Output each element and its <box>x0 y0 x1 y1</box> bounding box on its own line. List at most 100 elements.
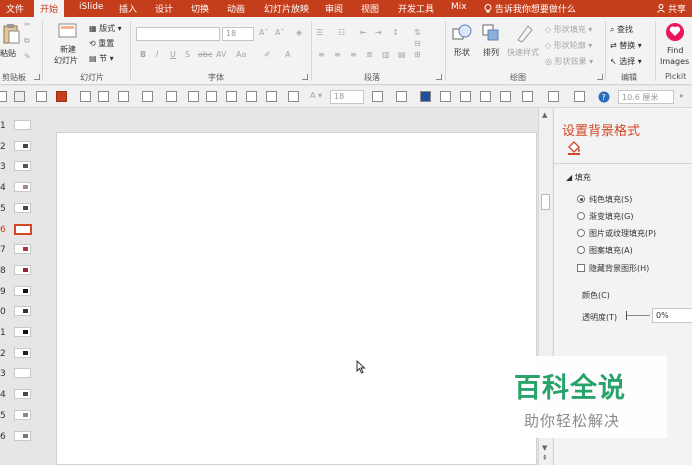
shapes-icon[interactable] <box>452 23 472 43</box>
slide-canvas[interactable] <box>56 132 537 465</box>
slide-thumbnail[interactable] <box>14 409 31 420</box>
scroll-down-arrow-icon[interactable]: ▼ <box>542 444 547 452</box>
tab-mix[interactable]: Mix <box>451 2 467 12</box>
tab-review[interactable]: 审阅 <box>325 2 343 15</box>
pattern-fill-label[interactable]: 图案填充(A) <box>589 245 633 256</box>
ungroup-icon[interactable] <box>460 91 471 102</box>
tab-transitions[interactable]: 切换 <box>191 2 209 15</box>
picture-fill-label[interactable]: 图片或纹理填充(P) <box>589 228 656 239</box>
align-center-icon[interactable]: ≡ <box>334 50 341 59</box>
slide-thumbnail[interactable] <box>14 244 31 255</box>
pickit-find-label[interactable]: Find <box>667 46 683 55</box>
tab-view[interactable]: 视图 <box>361 2 379 15</box>
section-button[interactable]: ▤ 节 ▾ <box>89 53 114 64</box>
shadow-button[interactable]: S <box>185 50 190 59</box>
slide-thumbnail[interactable] <box>14 368 31 379</box>
combine-icon[interactable] <box>480 91 491 102</box>
align-right-icon[interactable]: ≡ <box>350 50 357 59</box>
share-button[interactable]: 共享 <box>657 2 686 15</box>
highlight-icon[interactable]: ✐ <box>264 50 271 59</box>
font-color-icon[interactable]: A <box>285 50 290 59</box>
arrange-label[interactable]: 排列 <box>483 47 499 58</box>
find-button[interactable]: ⌕ 查找 <box>610 24 633 35</box>
transparency-input[interactable]: 0% <box>652 308 692 323</box>
flip-icon[interactable] <box>142 91 153 102</box>
slide-thumbnail[interactable] <box>14 327 31 337</box>
tab-slideshow[interactable]: 幻灯片放映 <box>264 2 309 15</box>
slide-thumbnail[interactable] <box>14 161 31 172</box>
radio-picture-fill[interactable] <box>577 229 585 237</box>
font-name-combo[interactable] <box>136 27 220 41</box>
tab-insert[interactable]: 插入 <box>119 2 137 15</box>
text-direction-icon[interactable]: ⇅ <box>414 28 421 37</box>
hide-background-label[interactable]: 隐藏背景图形(H) <box>589 263 649 274</box>
fill-bucket-icon[interactable] <box>566 140 582 156</box>
strikethrough-button[interactable]: abc <box>198 50 212 59</box>
shape-outline-button[interactable]: ◇ 形状轮廓 ▾ <box>545 40 592 51</box>
layout-button[interactable]: ▦ 版式 ▾ <box>89 23 122 34</box>
new-slide-label-2[interactable]: 幻灯片 <box>54 55 78 66</box>
reset-button[interactable]: ⟲ 重置 <box>89 38 114 49</box>
prev-slide-icon[interactable]: ⇞ <box>542 454 548 462</box>
tab-file[interactable]: 文件 <box>6 2 24 15</box>
slide-thumbnail[interactable] <box>14 140 31 151</box>
solid-fill-label[interactable]: 纯色填充(S) <box>589 194 632 205</box>
drawing-launcher-icon[interactable] <box>597 74 603 80</box>
font-launcher-icon[interactable] <box>302 74 308 80</box>
tab-animations[interactable]: 动画 <box>227 2 245 15</box>
paste-label[interactable]: 粘贴 <box>0 48 16 59</box>
underline-button[interactable]: U <box>170 50 176 59</box>
new-slide-label-1[interactable]: 新建 <box>60 44 76 55</box>
hide-background-checkbox[interactable] <box>577 264 585 272</box>
radio-gradient-fill[interactable] <box>577 212 585 220</box>
frame-icon[interactable] <box>118 91 129 102</box>
clipboard-launcher-icon[interactable] <box>34 74 40 80</box>
qat-font-size-combo[interactable]: 18 <box>330 90 364 104</box>
paste-icon[interactable] <box>2 23 20 45</box>
color-block-icon[interactable] <box>420 91 431 102</box>
rotate-icon[interactable] <box>226 91 237 102</box>
help-icon[interactable]: ? <box>598 91 610 103</box>
slide-thumbnail[interactable] <box>14 264 31 275</box>
change-case-button[interactable]: Aa <box>236 50 246 59</box>
distribute-icon[interactable]: ▥ <box>382 50 390 59</box>
decrease-indent-icon[interactable]: ⇤ <box>360 28 367 37</box>
measure-combo[interactable]: 10.6 厘米 <box>618 90 674 104</box>
cut-icon[interactable]: ✂ <box>24 20 31 29</box>
tab-islide[interactable]: iSlide <box>79 2 103 12</box>
italic-button[interactable]: I <box>156 50 158 59</box>
save-icon[interactable] <box>0 91 7 102</box>
shapes-label[interactable]: 形状 <box>454 47 470 58</box>
columns-icon[interactable]: ▤ <box>398 50 406 59</box>
shape-fill-qat-icon[interactable] <box>372 91 383 102</box>
layer-icon[interactable] <box>166 91 177 102</box>
slide-thumbnail[interactable] <box>14 306 31 317</box>
pickit-icon[interactable] <box>665 22 685 42</box>
distribute-v-icon[interactable] <box>266 91 277 102</box>
shape-effects-button[interactable]: ◎ 形状效果 ▾ <box>545 56 593 67</box>
tell-me-box[interactable]: 告诉我你想要做什么 <box>484 2 576 15</box>
grow-font-icon[interactable]: A˄ <box>259 28 268 37</box>
scroll-up-arrow-icon[interactable]: ▲ <box>542 111 547 119</box>
replace-button[interactable]: ⇄ 替换 ▾ <box>610 40 642 51</box>
shape-fill-button[interactable]: ◇ 形状填充 ▾ <box>545 24 592 35</box>
gradient-fill-label[interactable]: 渐变填充(G) <box>589 211 633 222</box>
align-text-icon[interactable]: ⊟ <box>414 39 421 48</box>
radio-pattern-fill[interactable] <box>577 246 585 254</box>
effects-qat-icon[interactable] <box>440 91 451 102</box>
text-format-icon[interactable] <box>548 91 559 102</box>
text-box-icon[interactable] <box>288 91 299 102</box>
slide-thumbnail[interactable] <box>14 223 32 235</box>
numbering-icon[interactable]: ☷ <box>338 28 345 37</box>
font-a-icon[interactable]: A ▾ <box>310 91 322 100</box>
select-button[interactable]: ↖ 选择 ▾ <box>610 56 642 67</box>
more-icon[interactable]: ▸ <box>680 91 684 100</box>
justify-icon[interactable]: ≣ <box>366 50 373 59</box>
distribute-h-icon[interactable] <box>246 91 257 102</box>
align-icon[interactable] <box>98 91 109 102</box>
pickit-images-label[interactable]: Images <box>660 57 689 66</box>
radio-solid-fill[interactable] <box>577 195 585 203</box>
copy-icon[interactable]: ⧉ <box>24 36 30 46</box>
layout-qat-icon[interactable] <box>522 91 533 102</box>
slide-thumbnail[interactable] <box>14 182 31 193</box>
